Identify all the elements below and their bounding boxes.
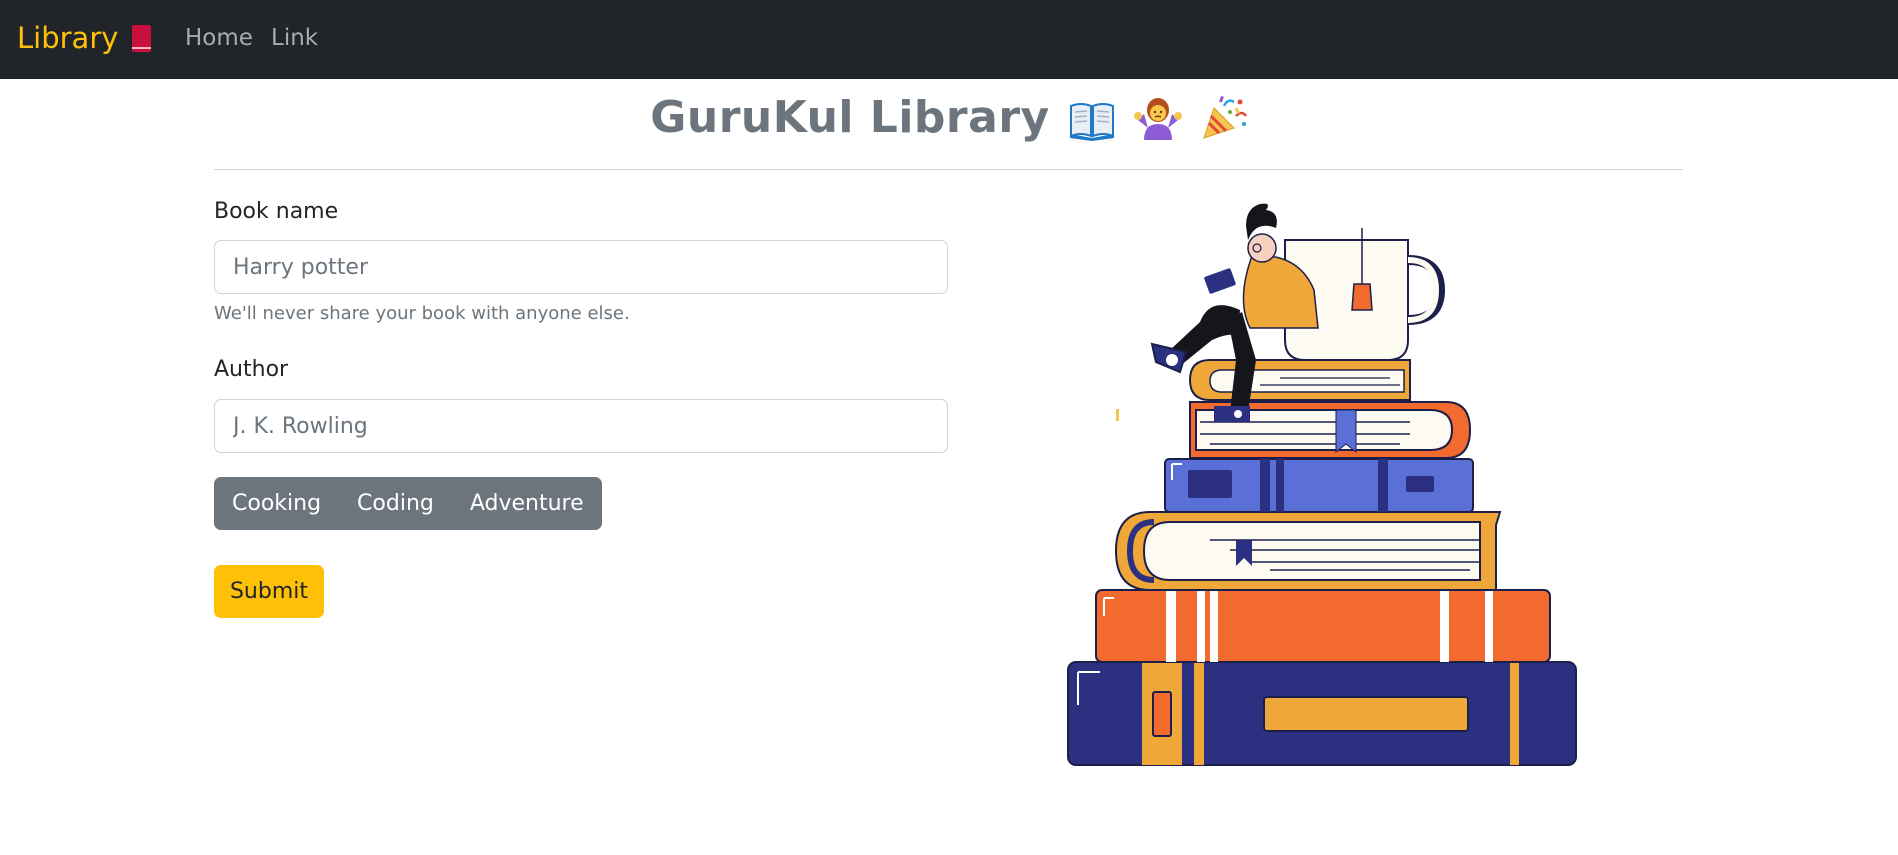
- nav-link-home[interactable]: Home: [185, 25, 253, 51]
- navbar: Library Home Link: [0, 0, 1898, 79]
- author-label: Author: [214, 357, 289, 382]
- genre-adventure-button[interactable]: Adventure: [452, 477, 602, 530]
- woman-shrugging-icon: [1133, 97, 1182, 140]
- genre-coding-button[interactable]: Coding: [339, 477, 452, 530]
- brand-text: Library: [17, 21, 119, 55]
- book-name-help-text: We'll never share your book with anyone …: [214, 303, 630, 324]
- genre-cooking-button[interactable]: Cooking: [214, 477, 339, 530]
- open-book-icon: [1069, 102, 1114, 141]
- heading-divider: [214, 169, 1683, 170]
- genre-button-group: Cooking Coding Adventure: [214, 477, 602, 530]
- book-name-input[interactable]: [214, 240, 948, 294]
- submit-button[interactable]: Submit: [214, 565, 324, 618]
- red-book-icon: [132, 24, 152, 52]
- page-title: GuruKul Library: [650, 92, 1050, 143]
- nav-link-link[interactable]: Link: [271, 25, 318, 51]
- author-input[interactable]: [214, 399, 948, 453]
- book-name-label: Book name: [214, 199, 339, 224]
- reading-on-books-illustration: [1067, 203, 1577, 766]
- brand-link[interactable]: Library: [17, 21, 152, 55]
- page-heading: GuruKul Library: [0, 92, 1898, 143]
- party-popper-icon: [1202, 95, 1247, 139]
